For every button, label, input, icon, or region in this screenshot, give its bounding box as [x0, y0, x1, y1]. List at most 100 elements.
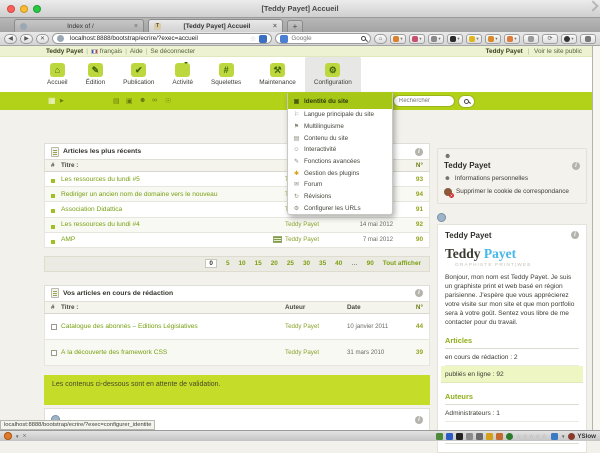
stop-button[interactable]: ✕ — [36, 34, 49, 44]
menu-item-langue[interactable]: ⚐ Langue principale du site — [288, 109, 392, 121]
delete-cookie-link[interactable]: Supprimer le cookie de correspondance — [444, 188, 580, 196]
browser-search-field[interactable] — [275, 33, 371, 44]
reload-button[interactable]: ⟳ — [542, 34, 558, 44]
menu-item-urls[interactable]: ⚙ Configurer les URLs — [288, 203, 392, 215]
nav-item-accueil[interactable]: ⌂ Accueil — [38, 57, 77, 92]
rating-stars-icon[interactable]: ☆☆☆☆☆ — [516, 433, 548, 440]
addon-icon[interactable] — [446, 433, 453, 440]
menu-item-revisions[interactable]: ↻ Révisions — [288, 191, 392, 203]
nav-item-squelettes[interactable]: # Squelettes — [202, 57, 250, 92]
article-title-link[interactable]: Les ressources du lundi #4 — [61, 221, 285, 228]
menu-item-contenu[interactable]: ▤ Contenu du site — [288, 132, 392, 144]
article-title-link[interactable]: Rediriger un ancien nom de domaine vers … — [61, 191, 285, 198]
author-link[interactable]: Teddy Payet — [285, 236, 347, 243]
url-text[interactable]: localhost:8888/bootstrap/ecrire/?exec=ac… — [70, 35, 247, 42]
pagination-link[interactable]: 35 — [319, 260, 326, 267]
stat-drafts[interactable]: en cours de rédaction : 2 — [445, 349, 579, 366]
menu-item-fonctions-avancees[interactable]: ✎ Fonctions avancées — [288, 156, 392, 168]
nav-item-edition[interactable]: ✎ Édition — [77, 57, 115, 92]
spip-search-field[interactable] — [393, 95, 455, 107]
draft-checkbox-icon[interactable] — [51, 343, 61, 361]
menu-item-interactivite[interactable]: ☺ Interactivité — [288, 144, 392, 156]
spip-search-button[interactable] — [458, 95, 475, 108]
article-title-link[interactable]: Les ressources du lundi #5 — [61, 176, 285, 183]
column-title[interactable]: Titre : — [61, 162, 285, 169]
column-author[interactable]: Auteur — [285, 304, 347, 311]
view-public-site-link[interactable]: Voir le site public — [534, 48, 582, 55]
draft-checkbox-icon[interactable] — [51, 317, 61, 335]
sitemap-icon[interactable]: ▦ — [48, 96, 56, 105]
search-icon[interactable] — [361, 36, 366, 41]
browser-search-input[interactable] — [291, 35, 358, 42]
column-number[interactable]: # — [51, 162, 61, 169]
extension-button[interactable]: ▼ — [428, 34, 444, 44]
extension-button[interactable]: ▼ — [485, 34, 501, 44]
info-icon[interactable]: i — [571, 231, 579, 239]
article-title-link[interactable]: AMP — [61, 236, 273, 243]
nav-item-configuration[interactable]: ⚙ Configuration — [305, 57, 361, 92]
extension-button[interactable]: ▼ — [466, 34, 482, 44]
shortcut-article-icon[interactable]: ▣ — [126, 97, 133, 105]
addon-icon[interactable] — [456, 433, 463, 440]
column-order[interactable]: N° — [399, 304, 423, 311]
shortcut-folder-icon[interactable]: ▤ — [113, 97, 120, 105]
column-title[interactable]: Titre : — [61, 304, 285, 311]
scrollbar[interactable] — [592, 46, 600, 430]
caret-icon[interactable]: ▶ — [60, 98, 64, 104]
stat-admins[interactable]: Administrateurs : 1 — [445, 405, 579, 422]
article-title-link[interactable]: À la découverte des framework CSS — [61, 349, 285, 356]
close-icon[interactable]: × — [22, 433, 26, 440]
pagination-link[interactable]: 5 — [226, 260, 230, 267]
info-icon[interactable]: i — [572, 162, 580, 170]
table-row[interactable]: AMP Teddy Payet 7 mai 2012 90 — [44, 233, 430, 248]
help-link[interactable]: Aide — [130, 48, 143, 55]
addon-icon[interactable] — [486, 433, 493, 440]
extension-button[interactable]: ▼ — [504, 34, 520, 44]
addon-icon[interactable] — [436, 433, 443, 440]
pagination-link[interactable]: 25 — [287, 260, 294, 267]
show-all-link[interactable]: Tout afficher — [383, 260, 421, 267]
addon-icon[interactable] — [551, 433, 558, 440]
extension-button[interactable] — [523, 34, 539, 44]
lock-icon[interactable] — [580, 34, 596, 44]
author-link[interactable]: Teddy Payet — [285, 349, 347, 356]
addon-icon[interactable] — [496, 433, 503, 440]
yslow-button[interactable]: YSlow — [568, 433, 596, 440]
bookmark-star-icon[interactable]: ☆ — [250, 35, 256, 43]
table-row[interactable]: Les ressources du lundi #4 Teddy Payet 1… — [44, 218, 430, 233]
firebug-icon[interactable] — [4, 432, 12, 440]
shortcut-author-icon[interactable]: ☻ — [139, 97, 146, 104]
spip-search-input[interactable] — [399, 98, 449, 104]
menu-item-multilinguisme[interactable]: ⚑ Multilinguisme — [288, 121, 392, 133]
user-name-link[interactable]: Teddy Payet — [46, 48, 83, 55]
table-row[interactable]: À la découverte des framework CSS Teddy … — [44, 340, 430, 366]
back-button[interactable]: ◀ — [4, 34, 17, 44]
shortcut-link-icon[interactable]: ∞ — [152, 97, 157, 104]
addon-icon[interactable] — [506, 433, 513, 440]
info-icon[interactable]: i — [415, 148, 423, 156]
tab-index-of[interactable]: Index of / × — [14, 19, 144, 32]
pagination-link[interactable]: 10 — [239, 260, 246, 267]
caret-down-icon[interactable]: ▼ — [561, 434, 565, 439]
shortcut-site-icon[interactable]: ☉ — [165, 97, 171, 105]
author-link[interactable]: Teddy Payet — [285, 221, 347, 228]
info-icon[interactable]: i — [415, 416, 423, 424]
addon-icon[interactable] — [476, 433, 483, 440]
table-row[interactable]: Catalogue des abonnés – Editions Législa… — [44, 314, 430, 340]
pagination-link[interactable]: 30 — [303, 260, 310, 267]
url-bar[interactable]: localhost:8888/bootstrap/ecrire/?exec=ac… — [52, 33, 272, 44]
tab-close-icon[interactable]: × — [273, 23, 277, 30]
column-number[interactable]: # — [51, 304, 61, 311]
column-order[interactable]: N° — [399, 162, 423, 169]
personal-info-link[interactable]: ☻ Informations personnelles — [444, 175, 580, 183]
author-link[interactable]: Teddy Payet — [285, 323, 347, 330]
menu-item-forum[interactable]: ✉ Forum — [288, 179, 392, 191]
pagination-link[interactable]: 15 — [255, 260, 262, 267]
addon-icon[interactable] — [466, 433, 473, 440]
pagination-link[interactable]: 40 — [335, 260, 342, 267]
search-engine-icon[interactable] — [280, 35, 288, 43]
menu-item-plugins[interactable]: ✱ Gestion des plugins — [288, 167, 392, 179]
info-icon[interactable]: i — [415, 289, 423, 297]
tab-close-icon[interactable]: × — [134, 23, 138, 30]
extension-button[interactable]: ▼ — [409, 34, 425, 44]
